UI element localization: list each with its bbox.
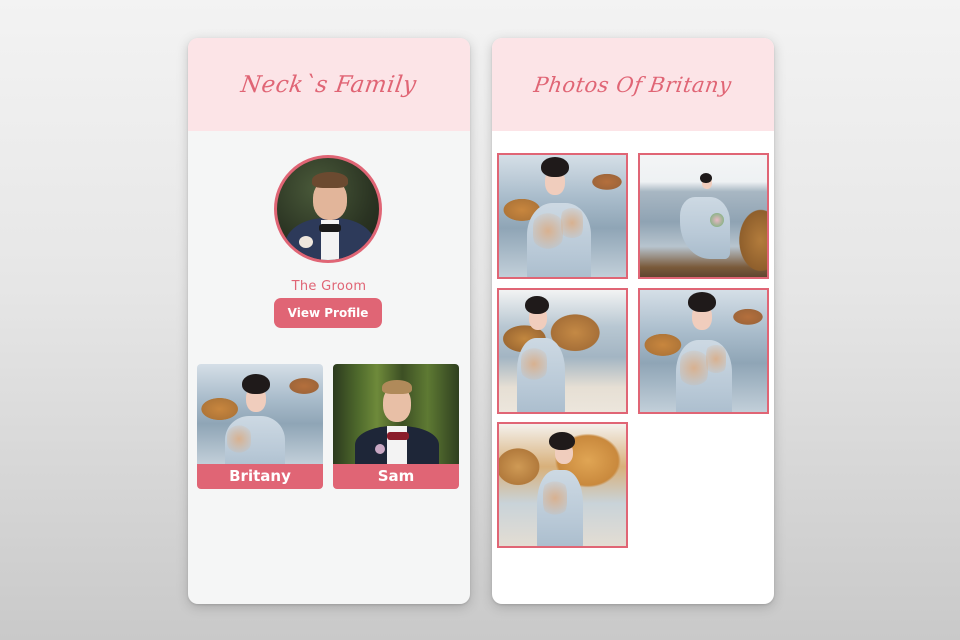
family-panel: Neck`s Family The Groom View Profile Bri… [188, 38, 470, 604]
sam-photo [333, 364, 459, 464]
groom-avatar[interactable] [274, 155, 382, 263]
family-member-name: Britany [197, 464, 323, 489]
family-member-card-sam[interactable]: Sam [333, 364, 459, 489]
photo-thumbnail[interactable] [638, 153, 769, 279]
groom-caption: The Groom [291, 279, 367, 294]
britany-photo [197, 364, 323, 464]
family-member-name: Sam [333, 464, 459, 489]
view-profile-button[interactable]: View Profile [274, 298, 382, 328]
photo-thumbnail[interactable] [497, 288, 628, 414]
photo-thumbnail[interactable] [497, 153, 628, 279]
photos-panel-title: Photos Of Britany [532, 72, 734, 97]
photos-panel: Photos Of Britany [492, 38, 774, 604]
family-member-card-britany[interactable]: Britany [197, 364, 323, 489]
photo-thumbnail[interactable] [638, 288, 769, 414]
groom-photo [277, 158, 379, 260]
family-panel-title: Neck`s Family [239, 71, 419, 98]
family-panel-header: Neck`s Family [188, 38, 470, 131]
photos-panel-header: Photos Of Britany [492, 38, 774, 131]
photo-thumbnail[interactable] [497, 422, 628, 548]
